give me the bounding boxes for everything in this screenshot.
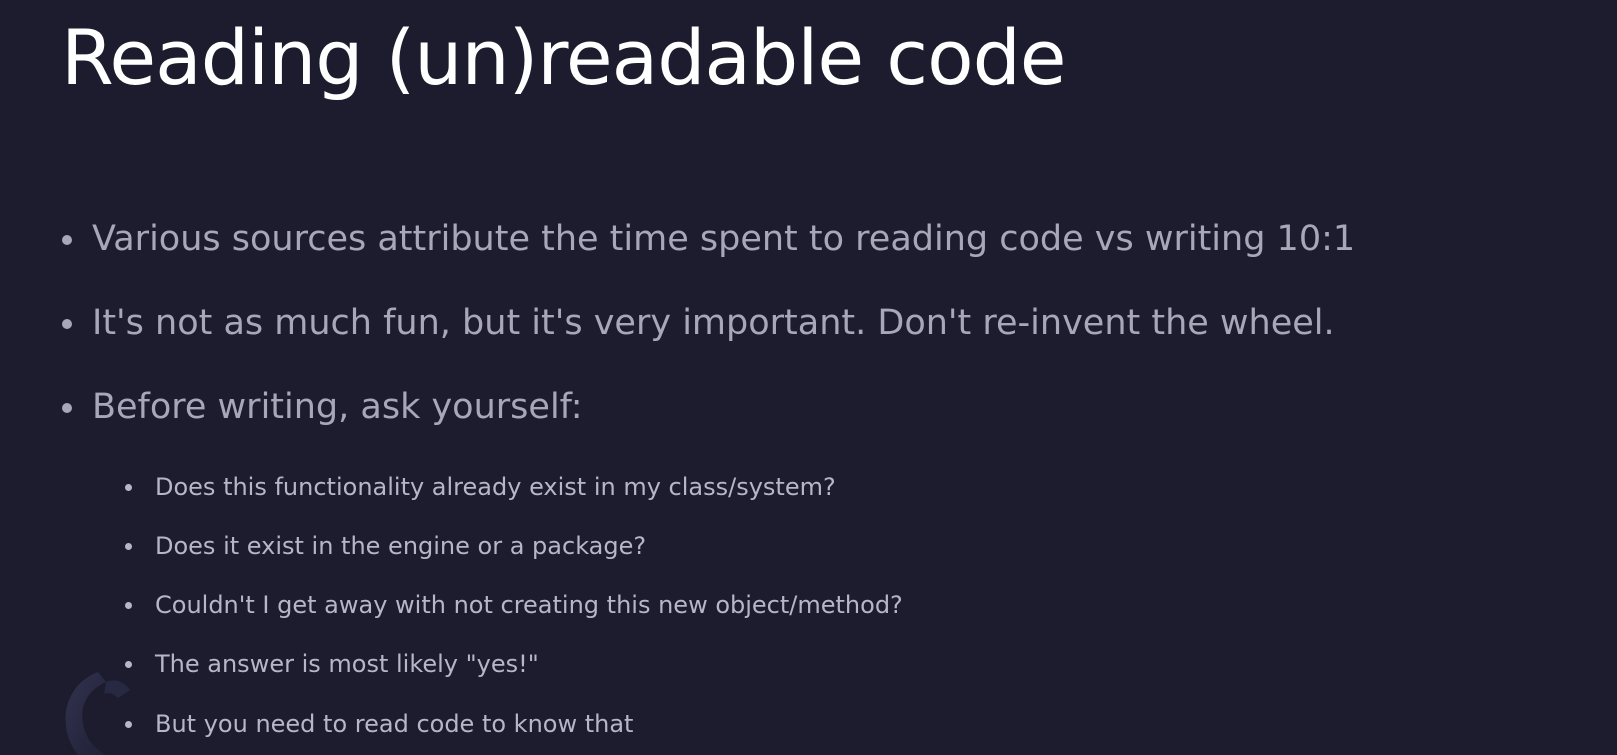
sub-bullet-item: Couldn't I get away with not creating th… [125, 589, 903, 621]
sub-bullet-text: The answer is most likely "yes!" [155, 650, 539, 678]
bullet-text: Before writing, ask yourself: [92, 387, 583, 427]
sub-bullet-item: Does this functionality already exist in… [125, 471, 836, 503]
bullet-item: It's not as much fun, but it's very impo… [62, 301, 1335, 345]
bullet-dot-icon [62, 235, 72, 245]
sub-bullet-item: But you need to read code to know that [125, 708, 634, 740]
bullet-dot-icon [125, 543, 132, 550]
bullet-dot-icon [62, 319, 72, 329]
sub-bullet-text: Couldn't I get away with not creating th… [155, 591, 903, 619]
bullet-dot-icon [62, 403, 72, 413]
watermark-logo-icon [65, 672, 130, 755]
sub-bullet-text: But you need to read code to know that [155, 710, 634, 738]
bullet-list: Various sources attribute the time spent… [0, 0, 1617, 755]
sub-bullet-item: Does it exist in the engine or a package… [125, 530, 647, 562]
bullet-dot-icon [125, 661, 132, 668]
bullet-dot-icon [125, 602, 132, 609]
bullet-text: Various sources attribute the time spent… [92, 219, 1356, 259]
bullet-text: It's not as much fun, but it's very impo… [92, 303, 1335, 343]
bullet-dot-icon [125, 484, 132, 491]
sub-bullet-text: Does this functionality already exist in… [155, 473, 836, 501]
slide: Reading (un)readable code Various source… [0, 0, 1617, 755]
sub-bullet-text: Does it exist in the engine or a package… [155, 532, 647, 560]
bullet-item: Various sources attribute the time spent… [62, 217, 1356, 261]
bullet-item: Before writing, ask yourself: [62, 385, 583, 429]
sub-bullet-item: The answer is most likely "yes!" [125, 648, 539, 680]
